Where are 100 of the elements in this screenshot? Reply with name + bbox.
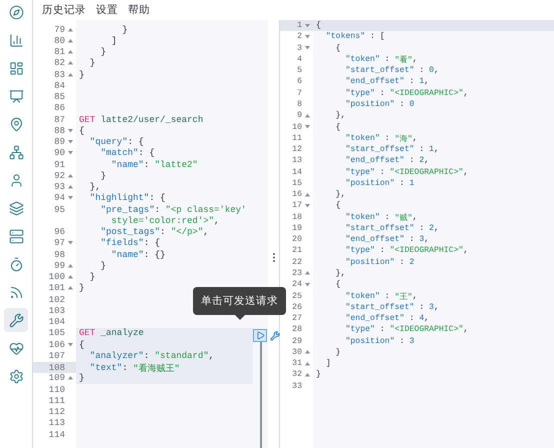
fold-toggle-icon[interactable] xyxy=(68,241,72,246)
line-number: 86 xyxy=(54,103,65,114)
line-number: 20 xyxy=(292,235,302,244)
line-number: 113 xyxy=(48,418,65,428)
drag-handle-icon[interactable] xyxy=(272,253,274,262)
line-number: 5 xyxy=(297,66,302,76)
code-line: "post_tags": "</p>", xyxy=(100,226,210,238)
tooltip: 单击可发送请求 xyxy=(193,287,286,315)
code-line: } xyxy=(121,24,129,36)
fold-toggle-icon[interactable] xyxy=(68,196,72,200)
code-line: { xyxy=(315,20,322,32)
line-number: 112 xyxy=(48,407,65,418)
fold-toggle-icon[interactable] xyxy=(304,271,310,276)
fold-toggle-icon[interactable] xyxy=(304,350,310,354)
fold-toggle-icon[interactable] xyxy=(304,204,310,208)
fold-toggle-icon[interactable] xyxy=(304,125,310,130)
menu-item[interactable]: 历史记录 xyxy=(42,3,86,17)
fold-toggle-icon[interactable] xyxy=(68,275,72,280)
code-line: { xyxy=(334,42,342,54)
heart-pulse-icon xyxy=(8,340,24,356)
line-number: 104 xyxy=(48,317,65,328)
code-line: "start_offset" : 1, xyxy=(344,144,440,156)
line-number: 93 xyxy=(54,182,65,192)
fold-toggle-icon[interactable] xyxy=(304,34,310,39)
wrench-button[interactable] xyxy=(269,329,281,342)
code-line: { xyxy=(334,200,342,212)
nav-button[interactable] xyxy=(4,308,28,332)
code-line: { xyxy=(334,122,342,133)
menu-item[interactable]: 帮助 xyxy=(128,3,150,17)
line-number: 111 xyxy=(48,396,65,406)
line-number: 114 xyxy=(48,430,65,440)
line-number: 24 xyxy=(292,280,302,290)
fold-toggle-icon[interactable] xyxy=(68,140,72,144)
code-line: "type" : "<IDEOGRAPHIC>", xyxy=(344,324,470,336)
send-request-button[interactable] xyxy=(253,329,267,342)
wrench-icon xyxy=(270,330,280,340)
code-line: ] xyxy=(324,358,332,370)
code-line: "tokens" : [ xyxy=(324,31,386,43)
code-line: "fields": { xyxy=(100,238,162,249)
fold-toggle-icon[interactable] xyxy=(304,24,310,28)
code-line: ] xyxy=(110,35,118,46)
code-line: { xyxy=(334,279,342,290)
fold-toggle-icon[interactable] xyxy=(68,61,72,66)
wrench-icon xyxy=(8,312,24,328)
fold-toggle-icon[interactable] xyxy=(68,38,72,43)
line-number: 92 xyxy=(54,170,65,181)
line-number: 9 xyxy=(297,111,302,120)
scrollbar[interactable] xyxy=(260,342,262,448)
easel-icon xyxy=(8,88,24,104)
line-number: 23 xyxy=(292,268,302,278)
fold-toggle-icon[interactable] xyxy=(304,362,310,366)
fold-toggle-icon[interactable] xyxy=(68,342,72,347)
line-number: 105 xyxy=(48,328,65,338)
fold-toggle-icon[interactable] xyxy=(68,28,72,32)
code-line: } xyxy=(78,282,86,294)
fold-toggle-icon[interactable] xyxy=(68,376,72,380)
code-line: } xyxy=(334,346,342,358)
line-number: 81 xyxy=(54,47,65,58)
line-number: 25 xyxy=(292,292,302,300)
code-line: "position" : 1 xyxy=(344,178,416,189)
line-number: 29 xyxy=(292,336,302,346)
line-number: 83 xyxy=(54,70,65,80)
code-line: "highlight": { xyxy=(88,192,166,204)
line-number: 28 xyxy=(292,325,302,334)
line-number: 13 xyxy=(292,156,302,166)
code-line: "position" : 0 xyxy=(344,98,416,110)
fold-toggle-icon[interactable] xyxy=(68,128,72,133)
fold-toggle-icon[interactable] xyxy=(68,174,72,178)
timer-icon xyxy=(8,256,24,272)
fold-toggle-icon[interactable] xyxy=(68,72,72,77)
line-number: 32 xyxy=(292,370,302,380)
fold-toggle-icon[interactable] xyxy=(304,114,310,118)
code-line: "end_offset" : 2, xyxy=(344,155,430,166)
code-line: } xyxy=(100,170,108,182)
fold-toggle-icon[interactable] xyxy=(68,50,72,54)
fold-toggle-icon[interactable] xyxy=(68,151,72,156)
fold-toggle-icon[interactable] xyxy=(304,46,310,50)
code-line: "end_offset" : 3, xyxy=(344,234,430,246)
line-number: 100 xyxy=(48,272,65,282)
code-line: "type" : "<IDEOGRAPHIC>", xyxy=(344,166,470,178)
line-number: 21 xyxy=(292,246,302,256)
line-number: 84 xyxy=(54,80,65,91)
fold-toggle-icon[interactable] xyxy=(68,286,72,290)
fold-toggle-icon[interactable] xyxy=(304,282,310,287)
line-number: 110 xyxy=(48,384,65,395)
fold-toggle-icon[interactable] xyxy=(68,185,72,190)
menu-item[interactable]: 设置 xyxy=(96,3,118,17)
fold-toggle-icon[interactable] xyxy=(304,372,310,377)
code-line: } xyxy=(78,69,86,80)
code-line: "start_offset" : 2, xyxy=(344,222,440,234)
code-line: }, xyxy=(334,110,346,122)
code-line: "name": "latte2" xyxy=(110,159,199,170)
play-icon xyxy=(256,331,264,340)
fold-toggle-icon[interactable] xyxy=(68,264,72,268)
code-line: "type" : "<IDEOGRAPHIC>", xyxy=(344,88,470,99)
line-number: 91 xyxy=(54,160,65,170)
line-number: 82 xyxy=(54,58,65,68)
fold-toggle-icon[interactable] xyxy=(304,192,310,197)
line-number: 14 xyxy=(292,168,302,177)
line-number: 17 xyxy=(292,201,302,210)
